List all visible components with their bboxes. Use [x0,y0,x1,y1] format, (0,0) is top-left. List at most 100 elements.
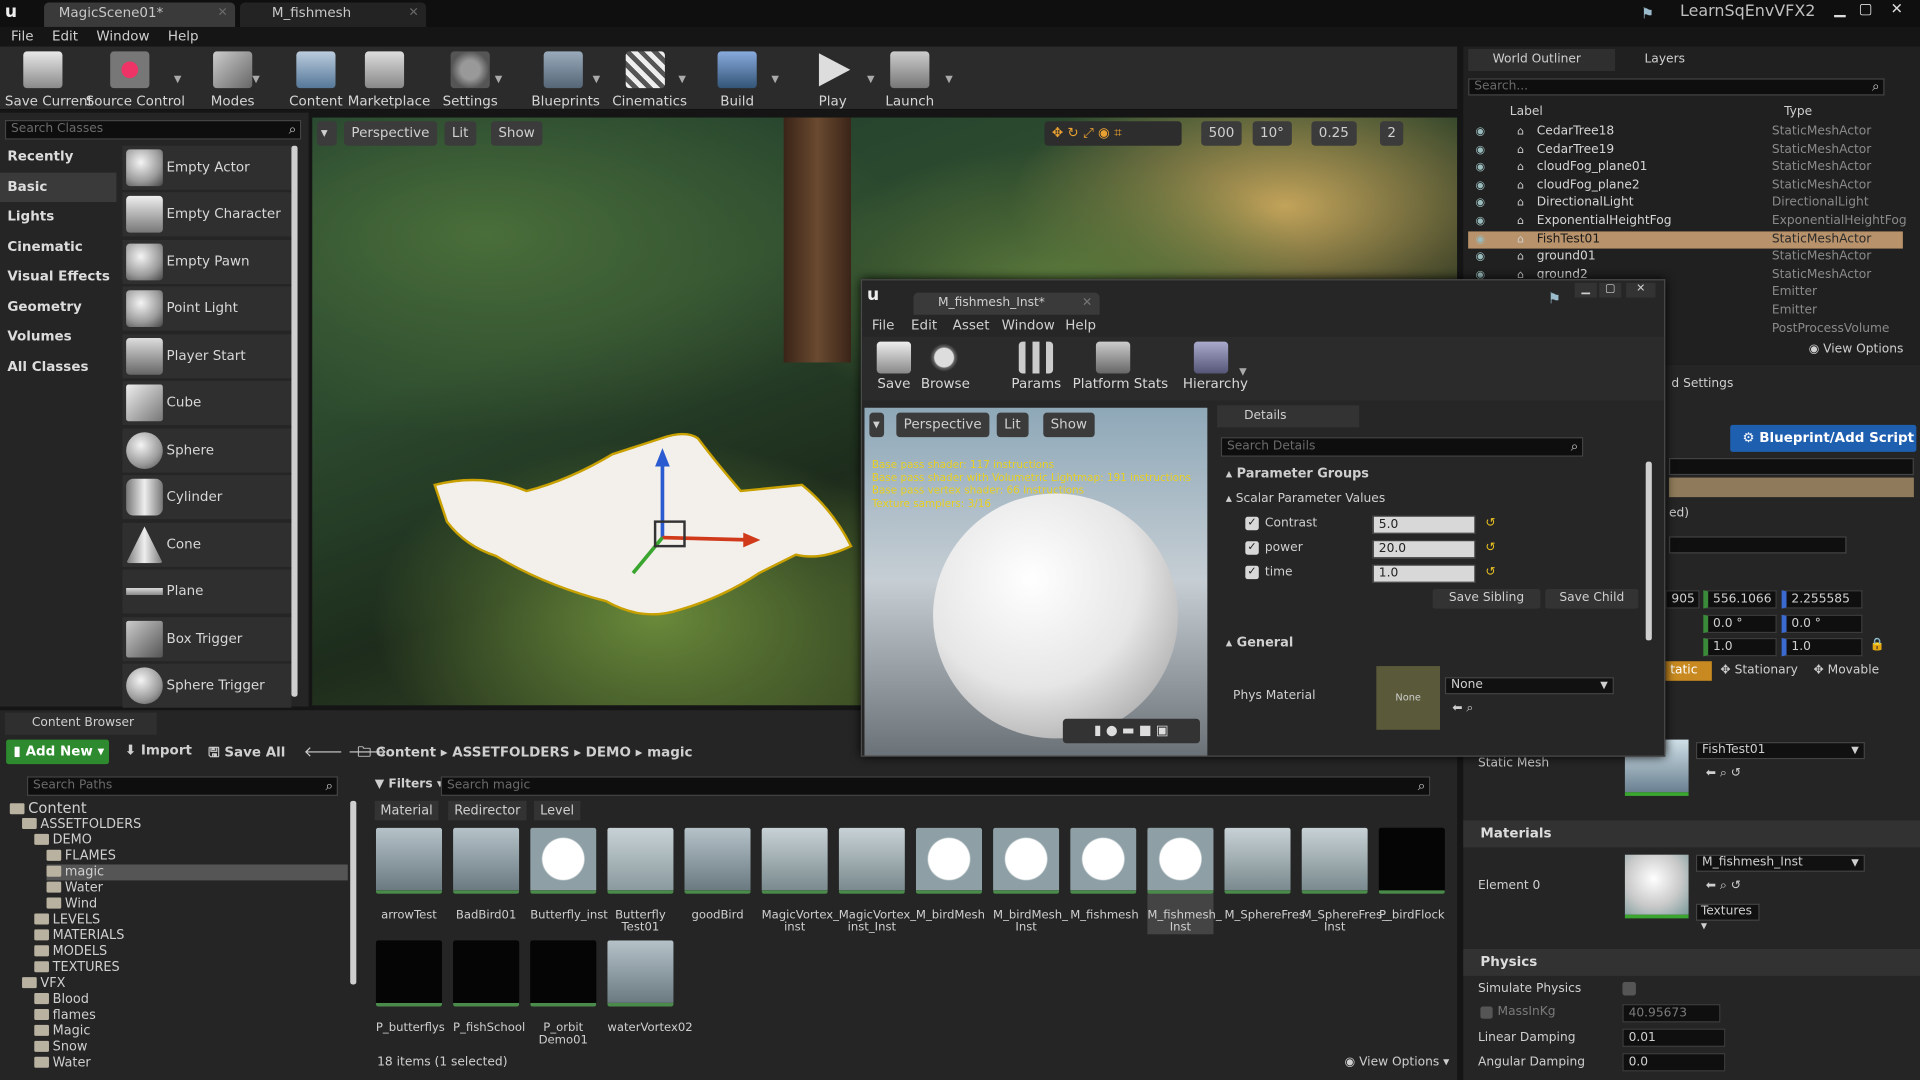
settings-button[interactable]: Settings [441,49,500,109]
params-button[interactable]: Params [1011,341,1061,392]
filters-button[interactable]: ▼ Filters ▾ [375,778,443,791]
physics-section-header[interactable]: Physics [1463,948,1920,976]
maximize-icon[interactable]: ▢ [1859,0,1873,17]
cb-view-options[interactable]: ◉ View Options ▾ [1344,1056,1449,1069]
search-classes-input[interactable]: Search Classes ⌕ [4,120,302,140]
lock-icon[interactable]: 🔒 [1870,638,1885,651]
details-tab[interactable]: Details [1217,405,1360,428]
scale-y-field[interactable]: 1.0 [1703,637,1777,657]
visibility-eye-icon[interactable]: ◉ [1476,142,1486,160]
outliner-view-options[interactable]: ◉ View Options [1809,343,1904,356]
menu-edit[interactable]: Edit [52,28,78,44]
outliner-search-input[interactable]: Search... ⌕ [1468,78,1885,96]
outliner-row[interactable]: ◉ ⌂ cloudFog_plane01 StaticMeshActor [1468,159,1903,177]
details-scrollbar[interactable] [1645,461,1652,641]
chevron-down-icon[interactable]: ▼ [1239,366,1247,377]
class-empty-pawn[interactable]: Empty Pawn [122,240,292,285]
blueprints-button[interactable]: Blueprints [531,49,600,109]
close-icon[interactable]: ✕ [409,2,419,24]
mass-field[interactable]: 40.95673 [1622,1004,1721,1023]
blueprint-add-script-button[interactable]: ⚙ Blueprint/Add Script [1730,424,1917,452]
visibility-eye-icon[interactable]: ◉ [1476,159,1486,177]
tab-layers[interactable]: Layers [1620,49,1742,71]
selected-component[interactable] [1668,477,1914,498]
launch-button[interactable]: Launch [884,49,935,109]
rotation-y-field[interactable]: 0.0 ° [1703,614,1777,634]
phys-material-dropdown[interactable]: None ▼ [1444,677,1614,695]
param-checkbox[interactable]: ✓ [1245,516,1259,531]
asset-tile[interactable]: M_birdMesh [915,827,985,922]
outliner-row[interactable]: ◉ ⌂ FishTest01 StaticMeshActor [1468,230,1903,249]
lit-button[interactable]: Lit [444,121,476,146]
reset-arrow-icon[interactable]: ↺ [1485,561,1495,585]
category-recently-placed[interactable]: Recently Placed [0,142,116,193]
category-volumes[interactable]: Volumes [0,322,116,351]
content-button[interactable]: Content [289,49,343,109]
tab-fishmesh[interactable]: M_fishmesh ✕ [240,2,427,27]
menu-window[interactable]: Window [1002,317,1055,333]
tree-folder[interactable]: VFX [22,976,65,992]
asset-tile[interactable]: M_SphereFres_ Inst [1301,827,1388,935]
grid-snap-value[interactable]: 500 [1201,121,1242,146]
menu-file[interactable]: File [872,317,895,333]
camera-speed-value[interactable]: 2 [1380,121,1404,146]
column-type[interactable]: Type [1784,105,1812,118]
category-visual-effects[interactable]: Visual Effects [0,262,116,291]
transform-tools[interactable]: ✥ ↻ ⤢ ◉ ⌗ [1044,121,1182,146]
simulate-physics-checkbox[interactable] [1622,982,1636,996]
class-sphere-trigger[interactable]: Sphere Trigger [122,663,292,708]
filter-tab-material[interactable]: Material [374,800,439,821]
maximize-icon[interactable]: ▢ [1599,282,1622,298]
close-window-icon[interactable]: ✕ [1891,0,1903,17]
viewport-options-button[interactable]: ▾ [869,412,884,438]
static-mesh-actions[interactable]: ⬅ ⌕ ↺ [1706,767,1741,780]
angle-snap-value[interactable]: 10° [1252,121,1292,146]
tree-folder[interactable]: TEXTURES [34,960,120,976]
menu-help[interactable]: Help [1065,317,1096,333]
asset-tile[interactable]: arrowTest [375,827,443,922]
class-empty-character[interactable]: Empty Character [122,192,292,237]
preview-shape-buttons[interactable]: ▮ ● ▬ ■ ▣ [1062,718,1201,744]
search-details-input[interactable]: Search Details ⌕ [1220,437,1584,457]
asset-tile[interactable]: P_orbit Demo01 [530,940,597,1047]
class-player-start[interactable]: Player Start [122,334,292,379]
linear-damping-field[interactable]: 0.01 [1622,1028,1726,1047]
tree-folder[interactable]: Magic [34,1024,90,1040]
class-box-trigger[interactable]: Box Trigger [122,617,292,662]
chevron-down-icon[interactable]: ▼ [678,73,686,84]
class-cone[interactable]: Cone [122,522,292,567]
outliner-row[interactable]: ◉ ⌂ ExponentialHeightFog ExponentialHeightF… [1468,213,1907,231]
asset-tile[interactable]: P_butterflys [375,940,445,1034]
category-basic[interactable]: Basic [0,172,117,203]
modes-scrollbar[interactable] [291,145,298,697]
breadcrumb-content[interactable]: Content [376,744,436,760]
material-actions[interactable]: ⬅ ⌕ ↺ [1706,879,1741,892]
preview-perspective-button[interactable]: Perspective [896,412,990,438]
asset-tile[interactable]: M_fishmesh_ Inst [1147,827,1222,935]
build-button[interactable]: Build [713,49,762,109]
tree-folder[interactable]: LEVELS [34,912,100,928]
save-all-button[interactable]: 🖫 Save All [208,742,285,765]
add-new-button[interactable]: ▮ Add New ▾ [6,739,109,765]
tree-folder[interactable]: Water [46,880,103,896]
outliner-row[interactable]: ◉ ⌂ cloudFog_plane2 StaticMeshActor [1468,177,1903,195]
asset-tile[interactable]: BadBird01 [453,827,520,922]
breadcrumb-demo[interactable]: DEMO [586,744,631,760]
scale-z-field[interactable]: 1.0 [1781,637,1863,657]
category-geometry[interactable]: Geometry [0,293,116,322]
breadcrumb-magic[interactable]: magic [647,744,692,760]
close-icon[interactable]: ✕ [1082,293,1092,315]
viewport-options-button[interactable]: ▾ [317,121,337,146]
tree-folder[interactable]: flames [34,1008,96,1024]
asset-tile[interactable]: M_SphereFres [1224,827,1305,922]
tree-folder[interactable]: ASSETFOLDERS [22,817,141,833]
textures-button[interactable]: Textures ▾ [1695,903,1760,933]
outliner-row[interactable]: ◉ ⌂ CedarTree19 StaticMeshActor [1468,142,1903,160]
asset-tile[interactable]: M_birdMesh_ Inst [993,827,1068,935]
reset-arrow-icon[interactable]: ↺ [1485,536,1495,560]
save-button[interactable]: Save [872,341,916,392]
parameter-groups-header[interactable]: ▴ Parameter Groups [1226,462,1646,486]
reset-arrow-icon[interactable]: ↺ [1485,512,1495,536]
material-preview-viewport[interactable]: ▾ Perspective Lit Show Base pass shader:… [864,407,1208,756]
location-z-field[interactable]: 2.255585 [1781,590,1863,609]
